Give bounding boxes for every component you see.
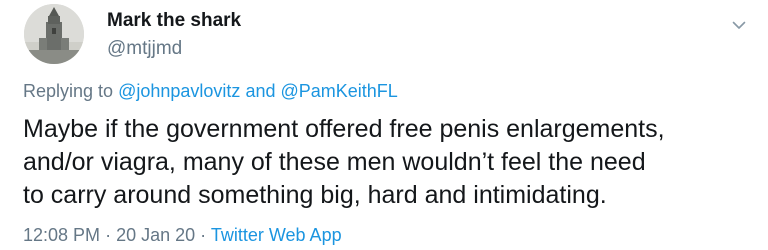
tweet-text-line: and/or viagra, many of these men wouldn’… [23,148,646,176]
meta-separator: · [105,225,112,245]
tweet-source-link[interactable]: Twitter Web App [211,225,342,245]
tweet-date[interactable]: 20 Jan 20 [116,225,195,245]
tweet-meta: 12:08 PM · 20 Jan 20 · Twitter Web App [23,225,342,246]
tweet-text: Maybe if the government offered free pen… [23,113,753,212]
avatar[interactable] [24,4,84,64]
tweet-menu-button[interactable] [728,14,750,36]
meta-separator: · [200,225,207,245]
tweet-text-line: to carry around something big, hard and … [23,181,607,209]
replying-to: Replying to @johnpavlovitz and @PamKeith… [23,81,398,102]
tweet-time[interactable]: 12:08 PM [23,225,100,245]
author-handle[interactable]: @mtjjmd [107,38,182,60]
tweet-text-line: Maybe if the government offered free pen… [23,115,665,143]
author-display-name[interactable]: Mark the shark [107,10,241,32]
chevron-down-icon [732,21,746,29]
tweet: Mark the shark @mtjjmd Replying to @john… [0,0,768,250]
mention-link-pamkeithfl[interactable]: @PamKeithFL [281,81,398,101]
replying-to-connector[interactable]: and [245,81,275,101]
avatar-image [24,4,84,64]
mention-link-johnpavlovitz[interactable]: @johnpavlovitz [118,81,240,101]
replying-to-prefix: Replying to [23,81,114,101]
